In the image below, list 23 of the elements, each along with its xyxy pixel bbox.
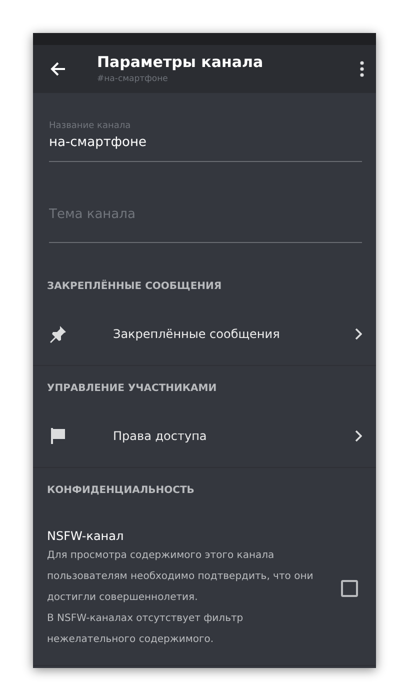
field-value: на-смартфоне [49, 134, 148, 152]
back-arrow-icon[interactable] [49, 60, 67, 78]
name-field[interactable]: Название канала на-смартфоне [49, 93, 362, 162]
more-menu-icon[interactable] [360, 61, 364, 77]
field-label: Название канала [49, 120, 132, 132]
row-label: Права доступа [113, 429, 208, 443]
channel-subtitle: #на-смартфоне [97, 72, 169, 86]
section-header: УПРАВЛЕНИЕ УЧАСТНИКАМИ [46, 382, 218, 396]
chevron-right-icon [354, 328, 362, 340]
setting-title: NSFW-канал [47, 528, 125, 545]
page-title: Параметры канала [97, 52, 264, 72]
section-header: КОНФИДЕНЦИАЛЬНОСТЬ [46, 484, 196, 498]
section-header: ЗАКРЕПЛЁННЫЕ СООБЩЕНИЯ [46, 278, 223, 294]
setting-description: В NSFW-каналах отсутствует фильтр нежелательного содержимого. [47, 612, 244, 647]
row-label: Закреплённые сообщения [113, 327, 281, 341]
chevron-right-icon [354, 430, 362, 442]
settings-row[interactable]: Закреплённые сообщения [33, 303, 376, 366]
pin-icon [49, 325, 67, 343]
topic-field[interactable]: Тема канала [49, 206, 362, 243]
checkbox[interactable] [341, 580, 358, 597]
flag-icon [49, 427, 67, 445]
setting-description: Для просмотра содержимого этого канала пользователям необходимо подтвердить, что они достигли совершеннолетия. [47, 549, 314, 605]
settings-row[interactable]: Права доступа [33, 405, 376, 468]
